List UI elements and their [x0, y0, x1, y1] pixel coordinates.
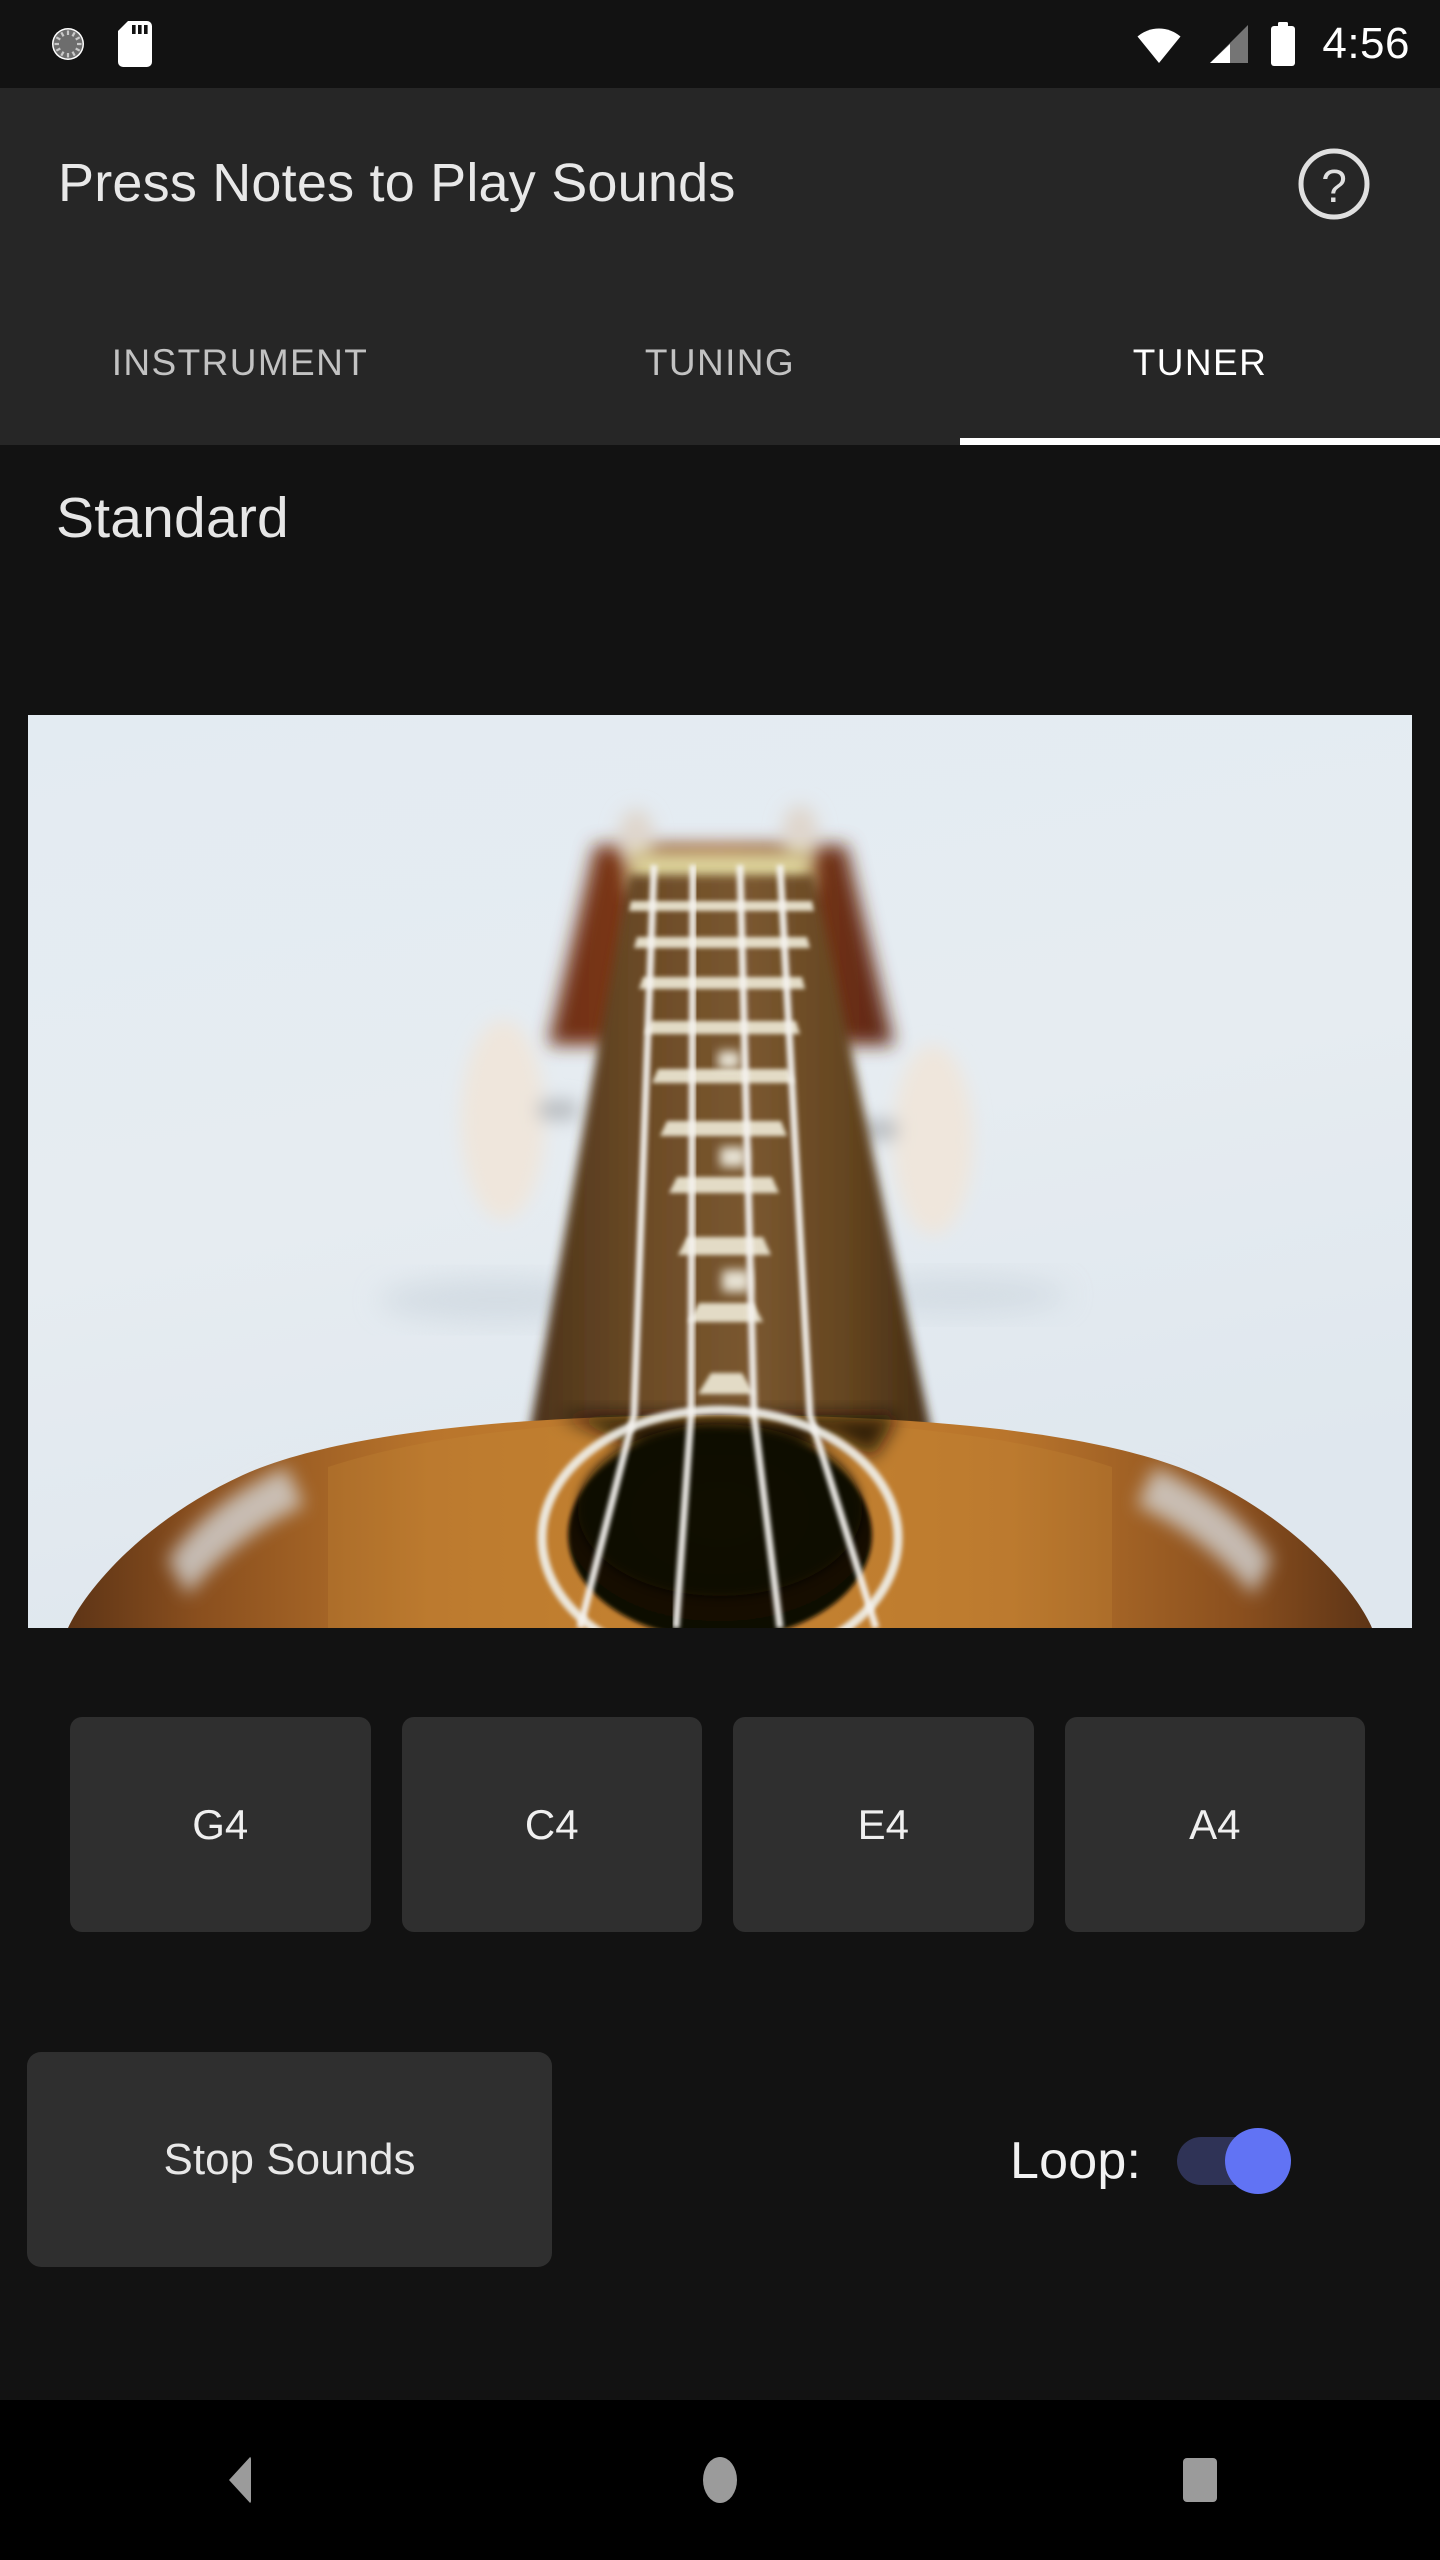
tab-tuning-label: TUNING	[644, 341, 796, 383]
stop-sounds-button[interactable]: Stop Sounds	[27, 2052, 552, 2267]
tab-tuning[interactable]: TUNING	[480, 280, 960, 445]
back-icon	[229, 2456, 251, 2504]
status-bar: 4:56	[0, 0, 1440, 88]
app-bar: Press Notes to Play Sounds ?	[0, 88, 1440, 280]
cell-signal-icon	[1204, 25, 1249, 63]
nav-back-button[interactable]	[0, 2400, 480, 2560]
tab-tuner[interactable]: TUNER	[960, 280, 1440, 445]
loop-toggle-thumb	[1225, 2128, 1292, 2194]
note-buttons: G4 C4 E4 A4	[70, 1717, 1365, 1932]
note-button-g4[interactable]: G4	[70, 1717, 371, 1932]
phone-screen: 4:56 Press Notes to Play Sounds ? INSTRU…	[0, 0, 1440, 2560]
wifi-icon	[1136, 25, 1182, 63]
battery-icon	[1270, 22, 1296, 66]
help-circle-icon: ?	[1296, 146, 1372, 222]
svg-text:?: ?	[1321, 160, 1347, 212]
loop-label: Loop:	[1010, 2132, 1142, 2190]
sd-card-icon	[118, 21, 152, 67]
loop-control: Loop:	[1010, 2113, 1400, 2209]
status-bar-right-icons: 4:56	[1136, 22, 1410, 66]
note-button-a4[interactable]: A4	[1064, 1717, 1365, 1932]
home-icon	[703, 2457, 737, 2503]
instrument-image	[28, 715, 1412, 1628]
status-bar-left-icons	[48, 21, 1136, 67]
tab-tuner-label: TUNER	[1132, 341, 1268, 383]
android-nav-bar	[0, 2400, 1440, 2560]
tuner-panel: Standard G4 C4 E4 A4 Stop Sounds Loop:	[0, 445, 1440, 2400]
status-bar-clock: 4:56	[1322, 19, 1410, 68]
nav-recents-button[interactable]	[960, 2400, 1440, 2560]
tab-bar: INSTRUMENT TUNING TUNER	[0, 280, 1440, 445]
tab-instrument[interactable]: INSTRUMENT	[0, 280, 480, 445]
tuning-name: Standard	[56, 486, 289, 550]
recents-icon	[1183, 2458, 1217, 2502]
sync-icon	[48, 23, 90, 65]
note-button-c4[interactable]: C4	[401, 1717, 702, 1932]
nav-home-button[interactable]	[480, 2400, 960, 2560]
loop-toggle[interactable]	[1177, 2128, 1292, 2194]
tab-instrument-label: INSTRUMENT	[111, 341, 369, 383]
page-title: Press Notes to Play Sounds	[58, 153, 736, 214]
help-button[interactable]: ?	[1286, 136, 1382, 232]
note-button-e4[interactable]: E4	[733, 1717, 1034, 1932]
